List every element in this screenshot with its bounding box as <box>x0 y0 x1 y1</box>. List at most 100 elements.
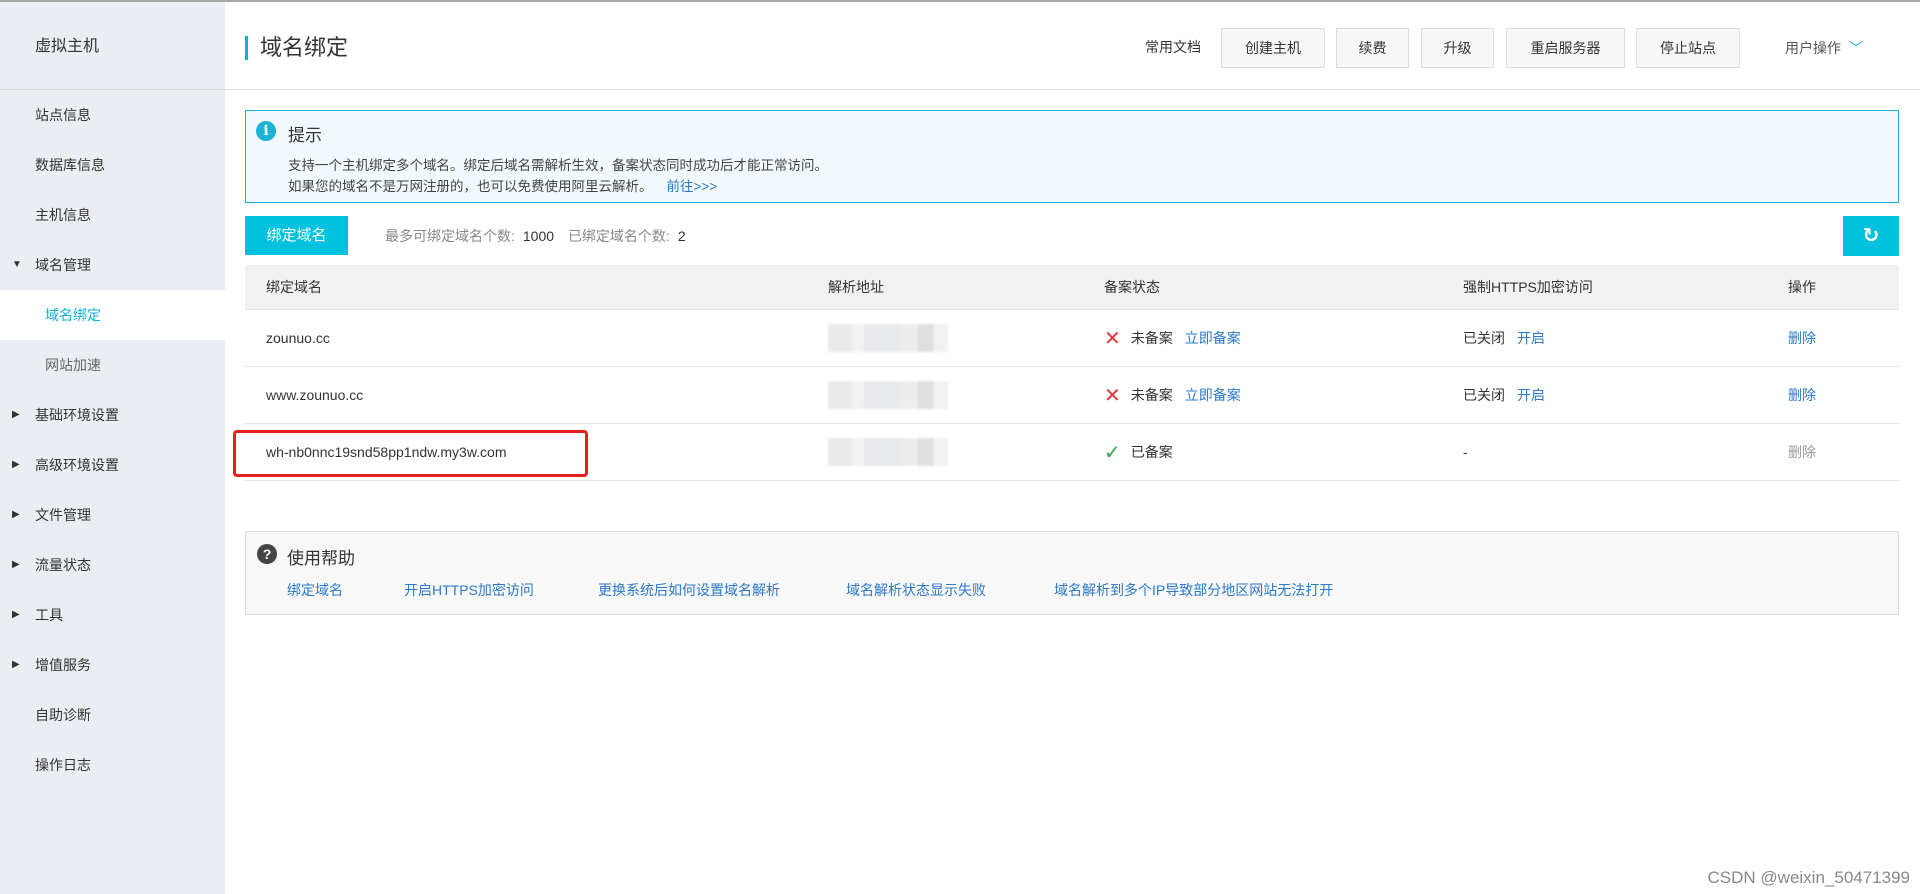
enable-https-link[interactable]: 开启 <box>1517 385 1545 405</box>
check-icon: ✓ <box>1104 440 1121 464</box>
bound-value: 2 <box>677 228 686 244</box>
column-header: 强制HTTPS加密访问 <box>1463 279 1593 295</box>
stop-site-button[interactable]: 停止站点 <box>1636 28 1740 68</box>
caret-right-icon: ▶ <box>12 409 20 420</box>
domain-name: zounuo.cc <box>266 330 330 346</box>
max-value: 1000 <box>522 228 555 244</box>
sidebar-item-site-acceleration[interactable]: 网站加速 <box>0 340 225 390</box>
sidebar-item-label: 主机信息 <box>35 207 91 223</box>
resolve-address-blurred <box>828 424 948 480</box>
help-link[interactable]: 更换系统后如何设置域名解析 <box>598 580 780 600</box>
page-title: 域名绑定 <box>245 36 348 60</box>
https-status-text: 已关闭 <box>1463 330 1505 346</box>
max-label: 最多可绑定域名个数: <box>385 228 515 244</box>
column-header: 操作 <box>1788 279 1816 295</box>
help-title: 使用帮助 <box>287 549 355 568</box>
caret-right-icon: ▶ <box>12 509 20 520</box>
help-link[interactable]: 域名解析状态显示失败 <box>846 580 986 600</box>
sidebar-item-label: 基础环境设置 <box>35 407 119 423</box>
sidebar-item-domain-management[interactable]: ▼ 域名管理 <box>0 240 225 290</box>
blurred-ip <box>828 324 948 352</box>
restart-server-button[interactable]: 重启服务器 <box>1506 28 1625 68</box>
cross-icon: ✕ <box>1104 326 1121 350</box>
sidebar-item-label: 流量状态 <box>35 557 91 573</box>
https-status: 已关闭 开启 <box>1463 310 1545 366</box>
enable-https-link[interactable]: 开启 <box>1517 328 1545 348</box>
refresh-icon: ↻ <box>1862 225 1880 247</box>
sidebar-item-label: 网站加速 <box>45 357 101 373</box>
domain-counts: 最多可绑定域名个数: 1000 已绑定域名个数: 2 <box>385 226 696 246</box>
sidebar-item-domain-binding[interactable]: 域名绑定 <box>0 290 225 340</box>
cross-icon: ✕ <box>1104 383 1121 407</box>
bind-domain-button[interactable]: 绑定域名 <box>245 216 348 255</box>
tip-box: i 提示 支持一个主机绑定多个域名。绑定后域名需解析生效，备案状态同时成功后才能… <box>245 110 1899 203</box>
sidebar-item-label: 工具 <box>35 607 63 623</box>
caret-right-icon: ▶ <box>12 609 20 620</box>
sidebar-item-operation-log[interactable]: 操作日志 <box>0 740 225 790</box>
sidebar-item-advanced-env[interactable]: ▶ 高级环境设置 <box>0 440 225 490</box>
file-icp-link[interactable]: 立即备案 <box>1185 328 1241 348</box>
info-icon: i <box>256 121 276 141</box>
https-status: - <box>1463 444 1468 460</box>
sidebar-item-label: 数据库信息 <box>35 157 105 173</box>
blurred-ip <box>828 438 948 466</box>
tip-line: 如果您的域名不是万网注册的，也可以免费使用阿里云解析。 前往>>> <box>288 175 717 195</box>
sidebar-item-label: 增值服务 <box>35 657 91 673</box>
refresh-button[interactable]: ↻ <box>1843 216 1899 256</box>
column-header: 解析地址 <box>828 279 884 295</box>
domain-name: www.zounuo.cc <box>266 387 364 403</box>
question-icon: ? <box>257 544 277 564</box>
caret-right-icon: ▶ <box>12 459 20 470</box>
delete-link[interactable]: 删除 <box>1788 367 1816 423</box>
upgrade-button[interactable]: 升级 <box>1421 28 1494 68</box>
common-docs-link[interactable]: 常用文档 <box>1145 37 1201 57</box>
user-menu-label: 用户操作 <box>1785 40 1841 56</box>
file-icp-link[interactable]: 立即备案 <box>1185 385 1241 405</box>
sidebar-item-value-added[interactable]: ▶ 增值服务 <box>0 640 225 690</box>
chevron-down-icon: ﹀ <box>1849 40 1863 56</box>
delete-link[interactable]: 删除 <box>1788 310 1816 366</box>
watermark: CSDN @weixin_50471399 <box>1707 868 1910 887</box>
sidebar-item-self-diagnosis[interactable]: 自助诊断 <box>0 690 225 740</box>
blurred-ip <box>828 381 948 409</box>
sidebar-item-label: 站点信息 <box>35 107 91 123</box>
sidebar-item-traffic-status[interactable]: ▶ 流量状态 <box>0 540 225 590</box>
sidebar-item-label: 域名管理 <box>35 257 91 273</box>
column-header: 备案状态 <box>1104 279 1160 295</box>
help-link[interactable]: 绑定域名 <box>287 580 343 600</box>
caret-right-icon: ▶ <box>12 659 20 670</box>
caret-right-icon: ▶ <box>12 559 20 570</box>
go-dns-link[interactable]: 前往>>> <box>667 179 718 194</box>
sidebar-item-label: 高级环境设置 <box>35 457 119 473</box>
domain-table: 绑定域名 解析地址 备案状态 强制HTTPS加密访问 操作 zounuo.cc … <box>233 265 1899 481</box>
help-link[interactable]: 开启HTTPS加密访问 <box>404 580 534 600</box>
icp-status-text: 未备案 <box>1130 387 1173 403</box>
sidebar-item-tools[interactable]: ▶ 工具 <box>0 590 225 640</box>
sidebar-item-basic-env[interactable]: ▶ 基础环境设置 <box>0 390 225 440</box>
renew-button[interactable]: 续费 <box>1336 28 1409 68</box>
create-host-button[interactable]: 创建主机 <box>1221 28 1325 68</box>
sidebar-item-label: 操作日志 <box>35 757 91 773</box>
tip-line: 支持一个主机绑定多个域名。绑定后域名需解析生效，备案状态同时成功后才能正常访问。 <box>288 158 828 173</box>
icp-status-text: 未备案 <box>1130 330 1173 346</box>
tip-title: 提示 <box>288 126 322 145</box>
sidebar-item-label: 文件管理 <box>35 507 91 523</box>
resolve-address-blurred <box>828 310 948 366</box>
sidebar-item-database-info[interactable]: 数据库信息 <box>0 140 225 190</box>
sidebar-item-label: 域名绑定 <box>45 307 101 323</box>
help-link[interactable]: 域名解析到多个IP导致部分地区网站无法打开 <box>1054 580 1333 600</box>
page-header: 域名绑定 常用文档 创建主机 续费 升级 重启服务器 停止站点 用户操作 ﹀ <box>225 2 1920 90</box>
icp-status-text: 已备案 <box>1130 444 1173 460</box>
https-status: 已关闭 开启 <box>1463 367 1545 423</box>
sidebar-item-file-management[interactable]: ▶ 文件管理 <box>0 490 225 540</box>
domain-name: wh-nb0nnc19snd58pp1ndw.my3w.com <box>266 444 507 460</box>
bound-label: 已绑定域名个数: <box>567 228 670 244</box>
sidebar-item-site-info[interactable]: 站点信息 <box>0 90 225 140</box>
caret-down-icon: ▼ <box>12 259 22 270</box>
resolve-address-blurred <box>828 367 948 423</box>
column-header: 绑定域名 <box>266 279 322 295</box>
user-menu[interactable]: 用户操作 ﹀ <box>1785 38 1863 58</box>
help-box: ? 使用帮助 绑定域名 开启HTTPS加密访问 更换系统后如何设置域名解析 域名… <box>245 531 1899 615</box>
sidebar-item-host-info[interactable]: 主机信息 <box>0 190 225 240</box>
icp-status: ✕ 未备案 立即备案 <box>1104 310 1241 366</box>
